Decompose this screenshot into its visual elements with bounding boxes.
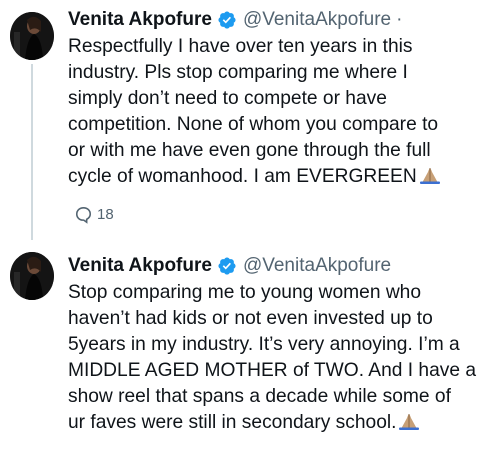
tweet[interactable]: Venita Akpofure @VenitaAkpofure Stop com… [0, 240, 497, 451]
tweet-text-line: Respectfully I have over ten years in th… [68, 36, 413, 57]
author-name[interactable]: Venita Akpofure [68, 255, 212, 277]
tweet-text-line: or with me have even gone through the fu… [68, 140, 431, 161]
tweet-text-line: show reel that spans a decade while some… [68, 386, 451, 407]
reply-count: 18 [97, 206, 114, 223]
tweet-text: Respectfully I have over ten years in th… [68, 34, 491, 190]
tweet-text-line: ur faves were still in secondary school. [68, 412, 397, 433]
tweet-text-last-line: ur faves were still in secondary school. [68, 410, 491, 436]
tweet-text-line: Stop comparing me to young women who [68, 282, 422, 303]
reply-bubble-icon[interactable] [74, 205, 93, 224]
tweet-text-line: 5years in my industry. It’s very annoyin… [68, 334, 460, 355]
verified-badge-icon [217, 256, 237, 276]
avatar[interactable] [10, 12, 54, 60]
folded-hands-icon [419, 166, 441, 184]
tweet-actions: 18 [74, 205, 114, 224]
verified-badge-icon [217, 10, 237, 30]
tweet-text-line: competition. None of whom you compare to [68, 114, 439, 135]
tweet-content: Venita Akpofure @VenitaAkpofure · Respec… [68, 7, 491, 190]
avatar[interactable] [10, 252, 54, 300]
tweet-text-line: industry. Pls stop comparing me where I [68, 62, 408, 83]
author-name[interactable]: Venita Akpofure [68, 9, 212, 31]
tweet-text-last-line: cycle of womanhood. I am EVERGREEN [68, 164, 491, 190]
tweet-text-line: MIDDLE AGED MOTHER of TWO. And I have a [68, 360, 477, 381]
tweet-text: Stop comparing me to young women who hav… [68, 280, 491, 436]
folded-hands-icon [398, 412, 420, 430]
thread-line [31, 64, 33, 240]
tweet-content: Venita Akpofure @VenitaAkpofure Stop com… [68, 253, 491, 436]
tweet-text-line: cycle of womanhood. I am EVERGREEN [68, 166, 417, 187]
tweet-text-line: simply don’t need to compete or have [68, 88, 387, 109]
tweet-header: Venita Akpofure @VenitaAkpofure · [68, 7, 491, 33]
separator-dot: · [396, 9, 403, 30]
tweet[interactable]: Venita Akpofure @VenitaAkpofure · Respec… [0, 0, 497, 240]
tweet-text-line: haven’t had kids or not even invested up… [68, 308, 433, 329]
author-handle[interactable]: @VenitaAkpofure [243, 9, 391, 31]
author-handle[interactable]: @VenitaAkpofure [243, 255, 391, 277]
tweet-header: Venita Akpofure @VenitaAkpofure [68, 253, 491, 279]
